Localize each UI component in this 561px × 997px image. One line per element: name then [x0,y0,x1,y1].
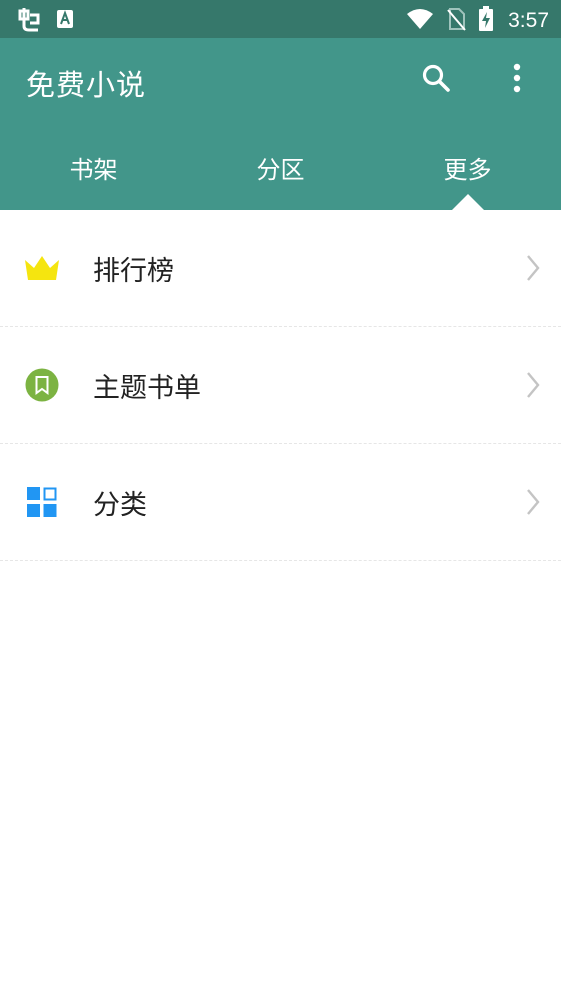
menu-item-label: 分类 [93,489,147,521]
notification-a-icon [56,9,74,33]
chevron-right-icon [525,488,541,516]
wifi-icon [406,8,434,34]
tab-sections[interactable]: 分区 [187,130,374,210]
app-bar: 免费小说 书架 分区 更多 [0,38,561,211]
menu-item-rankings[interactable]: 排行榜 [0,210,561,327]
tab-bar: 书架 分区 更多 [0,130,561,211]
tab-more[interactable]: 更多 [374,130,561,211]
tab-bookshelf[interactable]: 书架 [0,130,187,210]
bookmark-circle-icon [24,367,60,403]
more-vert-icon [512,63,522,97]
no-sim-icon [446,7,466,35]
selected-tab-indicator [450,194,485,211]
page-title: 免费小说 [26,68,147,102]
category-grid-icon [24,484,60,520]
tab-label: 书架 [69,156,118,184]
clock: 3:57 [508,9,549,32]
menu-item-label: 排行榜 [93,255,174,287]
search-icon [421,63,451,97]
crown-icon [24,250,60,286]
menu-item-label: 主题书单 [93,372,201,404]
chevron-right-icon [525,371,541,399]
menu-item-theme-booklists[interactable]: 主题书单 [0,327,561,444]
battery-charging-icon [478,6,494,36]
more-options-button[interactable] [497,60,537,100]
chevron-right-icon [525,254,541,282]
tab-label: 分区 [256,156,305,184]
search-button[interactable] [416,60,456,100]
menu-item-categories[interactable]: 分类 [0,444,561,561]
app-logo-icon [16,6,42,36]
more-menu-list: 排行榜 主题书单 分类 [0,210,561,561]
status-bar: 3:57 [0,0,561,38]
tab-label: 更多 [443,156,492,184]
